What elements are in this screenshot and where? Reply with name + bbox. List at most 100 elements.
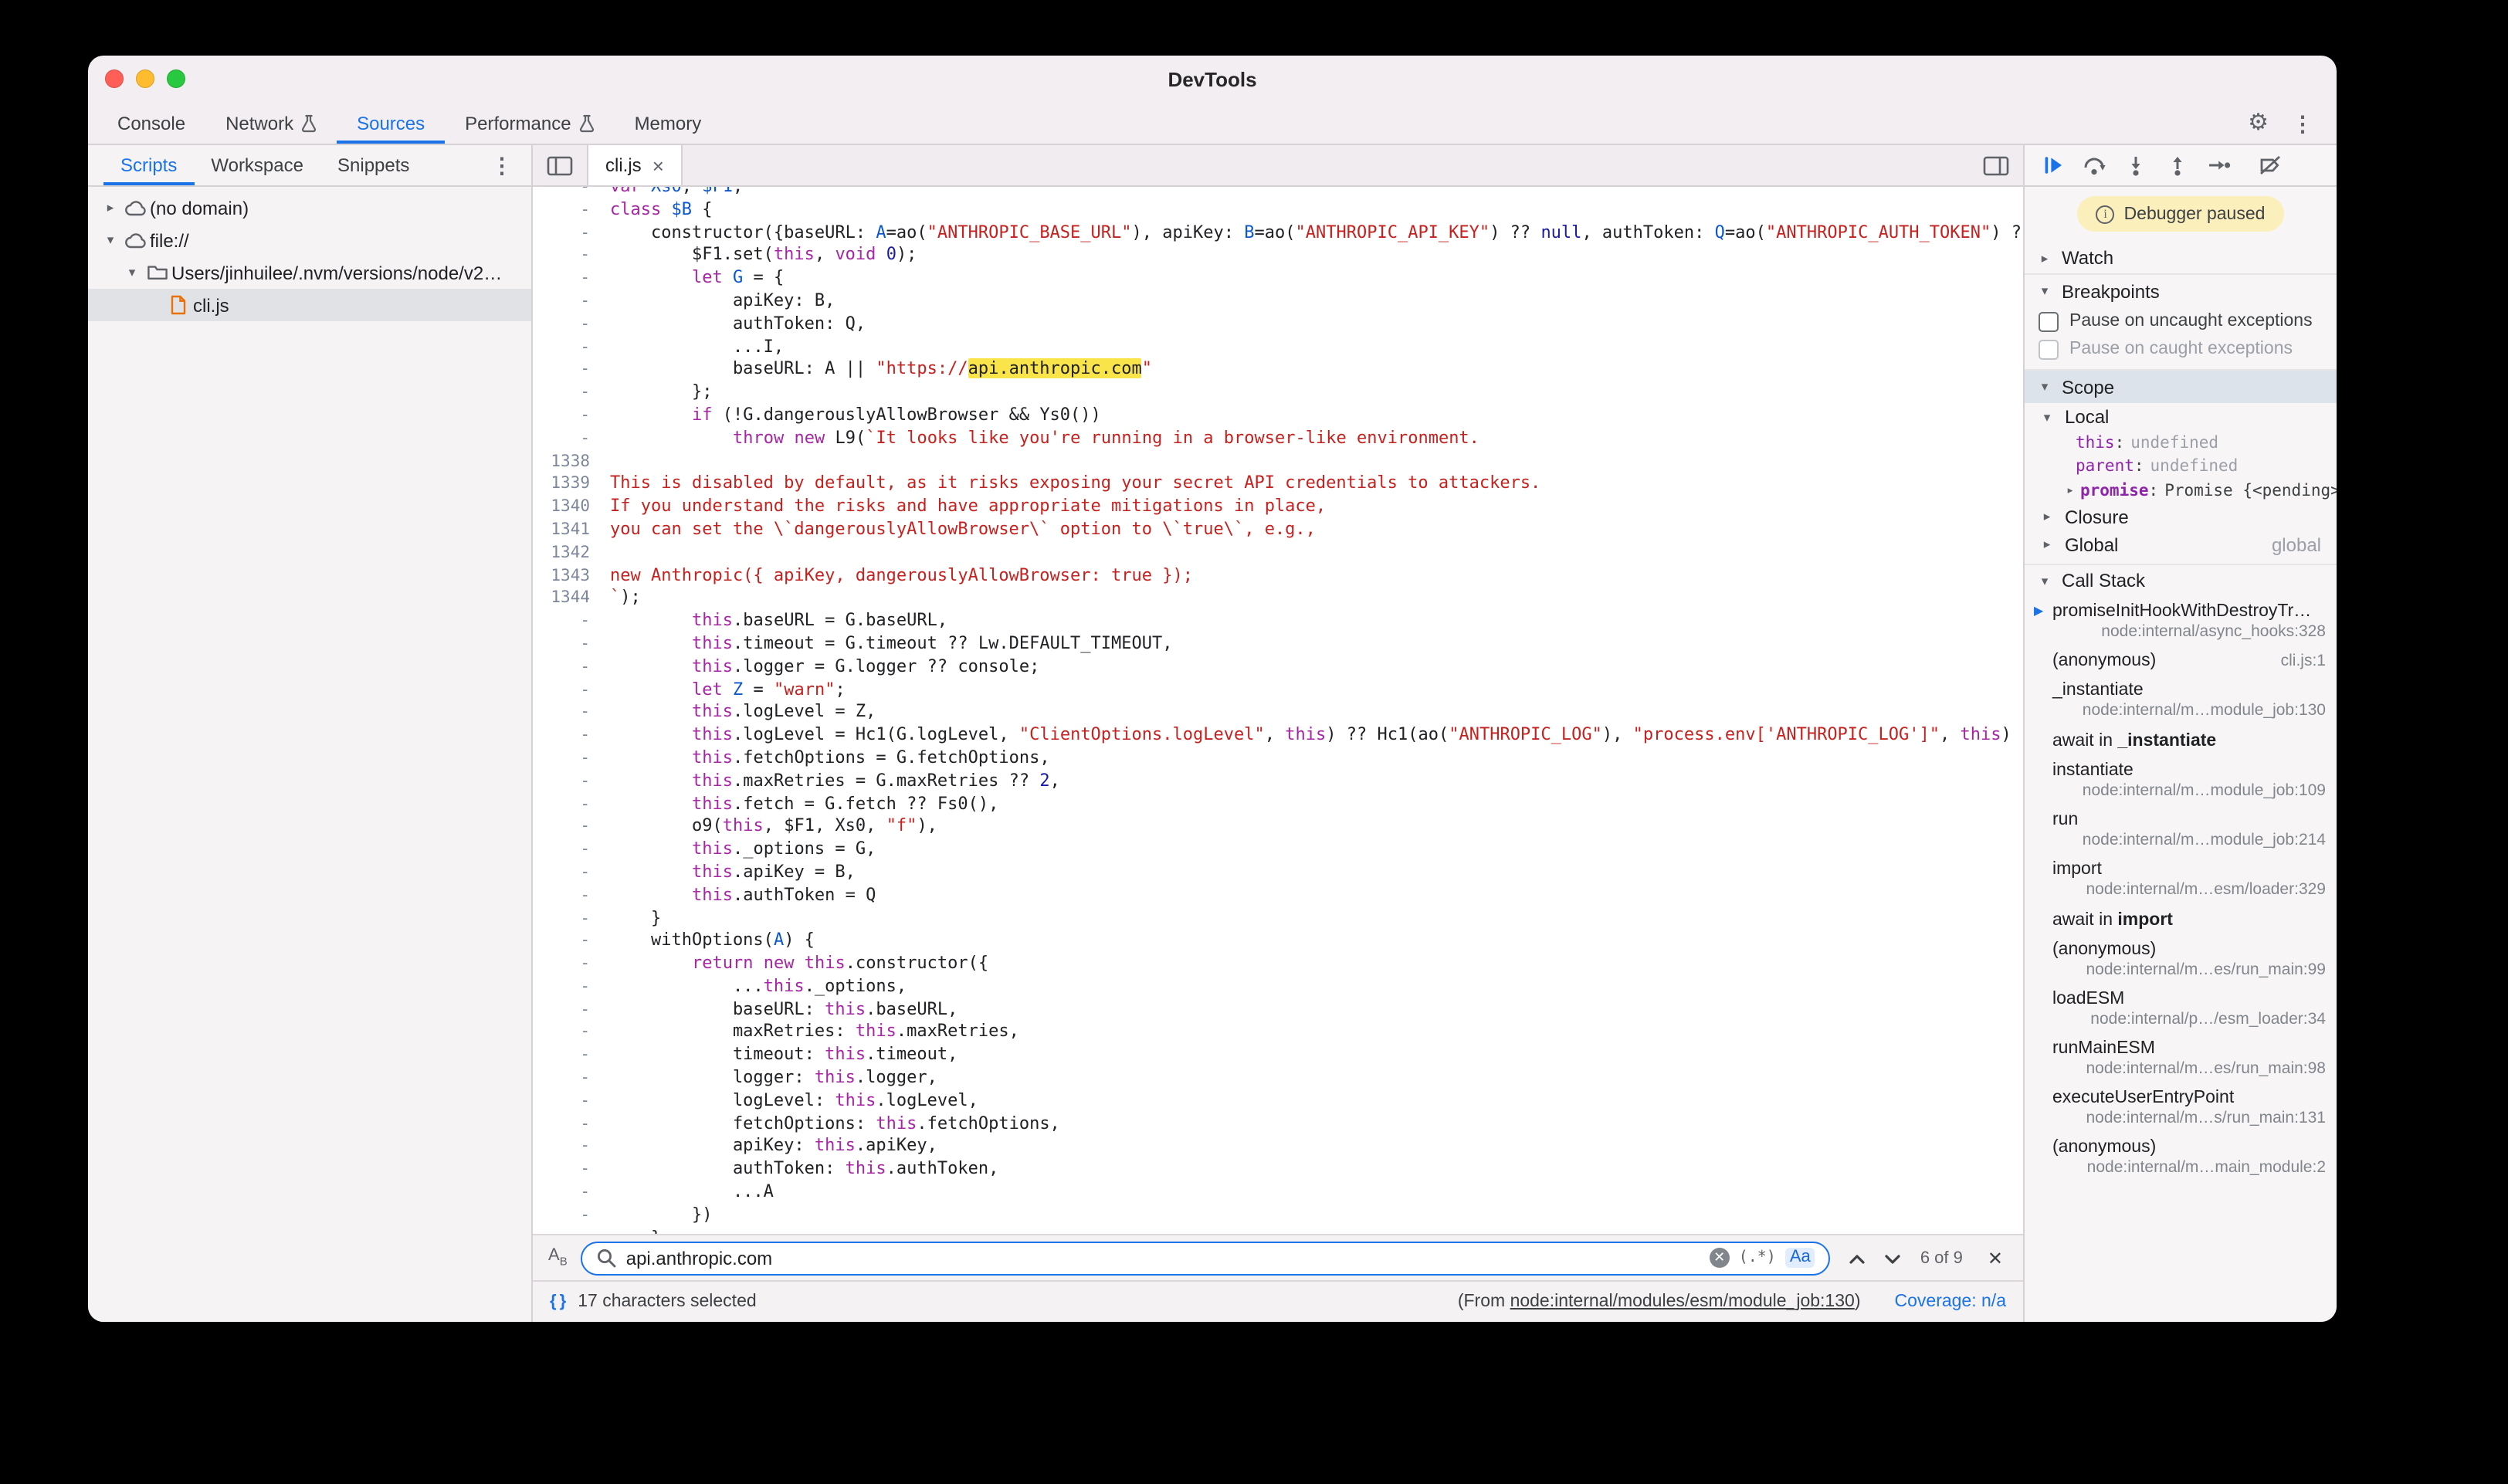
breakpoint-option-pause-on-uncaught-exceptions[interactable]: Pause on uncaught exceptions [2025,307,2337,335]
line-gutter[interactable]: - [533,1022,610,1045]
more-options-kebab-icon[interactable]: ⋮ [2292,112,2313,134]
disclosure-down-icon[interactable]: ▾ [2037,411,2057,424]
line-gutter[interactable]: - [533,222,610,245]
disclosure-down-icon[interactable]: ▾ [100,234,120,247]
line-gutter[interactable]: - [533,1204,610,1228]
line-gutter[interactable]: 1342 [533,542,610,565]
checkbox-unchecked[interactable] [2039,339,2059,359]
line-gutter[interactable]: - [533,884,610,907]
coverage-link[interactable]: Coverage: n/a [1895,1293,2007,1311]
navigator-more-kebab-icon[interactable]: ⋮ [491,145,531,185]
line-gutter[interactable]: 1341 [533,519,610,542]
toggle-navigator-sidebar-icon[interactable] [533,145,587,185]
navigator-tab-scripts[interactable]: Scripts [103,145,194,185]
line-gutter[interactable]: - [533,976,610,999]
disclosure-down-icon[interactable]: ▾ [122,266,142,280]
tree-item-file[interactable]: ▾file:// [88,224,531,256]
close-find-bar-icon[interactable]: ✕ [1988,1247,2003,1269]
call-stack-frame-executeuserentrypoint[interactable]: executeUserEntryPointnode:internal/m…s/r… [2025,1083,2337,1133]
tab-memory[interactable]: Memory [615,102,722,144]
tab-console[interactable]: Console [97,102,205,144]
call-stack-frame-instantiate[interactable]: _instantiatenode:internal/m…module_job:1… [2025,676,2337,725]
scope-group-closure[interactable]: ▸Closure [2025,503,2337,530]
scope-section-header[interactable]: ▾ Scope [2025,371,2337,403]
line-gutter[interactable]: - [533,907,610,930]
line-gutter[interactable]: - [533,359,610,382]
resume-script-button[interactable] [2040,153,2065,178]
line-gutter[interactable]: - [533,1067,610,1090]
zoom-window-button[interactable] [167,69,185,88]
editor-tab-cli-js[interactable]: cli.js × [587,145,683,185]
line-gutter[interactable]: - [533,998,610,1022]
line-gutter[interactable]: 1339 [533,473,610,496]
code-editor[interactable]: -var Xs0, $F1,-class $B {- constructor({… [533,187,2023,1234]
checkbox-unchecked[interactable] [2039,311,2059,331]
call-stack-frame-runmainesm[interactable]: runMainESMnode:internal/m…es/run_main:98 [2025,1034,2337,1083]
disclosure-right-icon[interactable]: ▸ [2037,510,2057,523]
line-gutter[interactable]: - [533,610,610,633]
scope-group-global[interactable]: ▸Globalglobal [2025,530,2337,558]
disclosure-right-icon[interactable]: ▸ [2037,538,2057,551]
disclosure-down-icon[interactable]: ▾ [2037,381,2052,394]
line-gutter[interactable]: - [533,953,610,976]
step-over-button[interactable] [2082,153,2106,178]
call-stack-frame-anonymous[interactable]: (anonymous)node:internal/m…main_module:2 [2025,1133,2337,1182]
line-gutter[interactable]: - [533,747,610,771]
line-gutter[interactable]: - [533,1136,610,1159]
call-stack-frame-anonymous[interactable]: (anonymous)node:internal/m…es/run_main:9… [2025,935,2337,984]
line-gutter[interactable]: - [533,1227,610,1234]
step-button[interactable] [2207,153,2232,178]
call-stack-frame-anonymous[interactable]: (anonymous)cli.js:1 [2025,646,2337,676]
line-gutter[interactable]: 1343 [533,564,610,588]
disclosure-down-icon[interactable]: ▾ [2037,285,2052,298]
match-case-toggle-button[interactable]: Aa [1785,1248,1815,1268]
line-gutter[interactable]: - [533,267,610,290]
disclosure-right-icon[interactable]: ▸ [100,202,120,215]
navigator-tab-workspace[interactable]: Workspace [194,145,320,185]
line-gutter[interactable]: - [533,1113,610,1136]
call-stack-frame-promiseinithookwithdestroytr[interactable]: ▶promiseInitHookWithDestroyTr…node:inter… [2025,597,2337,646]
line-gutter[interactable]: - [533,930,610,954]
call-stack-section-header[interactable]: ▾ Call Stack [2025,564,2337,597]
clear-search-icon[interactable]: ✕ [1710,1248,1730,1268]
line-gutter[interactable]: - [533,679,610,702]
disclosure-down-icon[interactable]: ▾ [2037,574,2052,588]
line-gutter[interactable]: - [533,290,610,313]
line-gutter[interactable]: - [533,702,610,725]
tree-item-no-domain[interactable]: ▸(no domain) [88,191,531,224]
tree-item-users-jinhuilee-nvm-versions-node-v2[interactable]: ▾Users/jinhuilee/.nvm/versions/node/v2… [88,256,531,289]
breakpoints-section-header[interactable]: ▾ Breakpoints [2025,275,2337,307]
deactivate-breakpoints-button[interactable] [2258,153,2283,178]
line-gutter[interactable]: - [533,381,610,405]
step-into-button[interactable] [2123,153,2148,178]
line-gutter[interactable]: - [533,428,610,451]
line-gutter[interactable]: - [533,793,610,816]
tree-item-cli-js[interactable]: cli.js [88,289,531,321]
line-gutter[interactable]: - [533,770,610,793]
line-gutter[interactable]: 1340 [533,496,610,519]
line-gutter[interactable]: - [533,199,610,222]
close-tab-icon[interactable]: × [652,155,664,175]
next-match-chevron-icon[interactable] [1885,1244,1902,1272]
disclosure-right-icon[interactable]: ▸ [2060,484,2080,497]
breakpoint-option-pause-on-caught-exceptions[interactable]: Pause on caught exceptions [2025,335,2337,363]
toggle-debugger-sidebar-icon[interactable] [1969,145,2023,185]
disclosure-right-icon[interactable]: ▸ [2037,252,2052,265]
watch-section-header[interactable]: ▸ Watch [2025,242,2337,275]
call-stack-frame-run[interactable]: runnode:internal/m…module_job:214 [2025,805,2337,855]
tab-performance[interactable]: Performance [445,102,614,144]
settings-gear-icon[interactable]: ⚙ [2248,111,2269,134]
call-stack-frame-import[interactable]: importnode:internal/m…esm/loader:329 [2025,855,2337,904]
line-gutter[interactable]: 1338 [533,450,610,473]
pretty-print-icon[interactable]: { } [550,1293,565,1311]
minimize-window-button[interactable] [136,69,154,88]
line-gutter[interactable]: - [533,336,610,359]
call-stack-frame-instantiate[interactable]: instantiatenode:internal/m…module_job:10… [2025,756,2337,805]
line-gutter[interactable]: 1344 [533,588,610,611]
line-gutter[interactable]: - [533,1045,610,1068]
step-out-button[interactable] [2165,153,2190,178]
close-window-button[interactable] [105,69,124,88]
tab-sources[interactable]: Sources [337,102,445,144]
line-gutter[interactable]: - [533,724,610,747]
line-gutter[interactable]: - [533,313,610,337]
